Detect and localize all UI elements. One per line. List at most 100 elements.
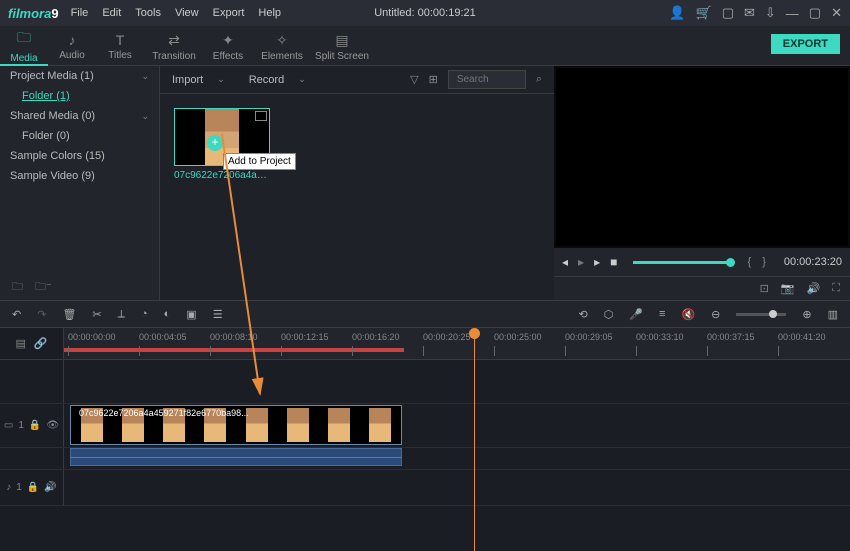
menu-view[interactable]: View bbox=[175, 7, 199, 19]
lock-icon[interactable]: 🔒 bbox=[29, 420, 41, 431]
audio-track-1[interactable]: ♪1 🔒 🔊 bbox=[0, 470, 850, 506]
sidebar-folder-1[interactable]: Folder (1) bbox=[0, 86, 159, 106]
media-clip[interactable]: + Add to Project 07c9622e7206a4a4592... bbox=[174, 108, 270, 181]
visibility-icon[interactable]: 👁 bbox=[46, 420, 59, 431]
ruler-tick: 00:00:37:15 bbox=[707, 332, 755, 342]
ruler-tick: 00:00:08:10 bbox=[210, 332, 258, 342]
link-icon[interactable]: 🔗 bbox=[34, 337, 48, 350]
prev-frame-icon[interactable]: ◂ bbox=[562, 255, 568, 269]
green-screen-icon[interactable]: ▣ bbox=[186, 308, 196, 321]
redo-icon[interactable]: ↷ bbox=[37, 308, 46, 321]
export-button[interactable]: EXPORT bbox=[771, 34, 840, 54]
ruler-tick: 00:00:04:05 bbox=[139, 332, 187, 342]
package-icon[interactable]: ▢ bbox=[722, 5, 734, 21]
marker-icon[interactable]: ⬡ bbox=[604, 308, 614, 321]
crop-icon[interactable]: ⟂ bbox=[118, 308, 125, 321]
speed-icon[interactable]: ◔ bbox=[141, 308, 148, 320]
zoom-out-icon[interactable]: ⊖ bbox=[711, 308, 720, 321]
sidebar-sample-colors[interactable]: Sample Colors (15) bbox=[0, 146, 159, 166]
lock-icon[interactable]: 🔒 bbox=[27, 482, 39, 493]
clip-options-icon[interactable] bbox=[255, 111, 267, 121]
volume-icon[interactable]: 🔊 bbox=[807, 282, 821, 295]
tab-titles[interactable]: TTitles bbox=[96, 30, 144, 61]
new-folder-icon[interactable]: 🗀 bbox=[12, 278, 23, 297]
playhead[interactable] bbox=[474, 328, 475, 551]
clip-name-label: 07c9622e7206a4a459271f82e6770ba98... bbox=[79, 408, 249, 418]
chevron-down-icon[interactable]: ⌄ bbox=[217, 74, 225, 85]
mute-track-icon[interactable]: 🔊 bbox=[44, 482, 56, 493]
advanced-icon[interactable]: ☰ bbox=[213, 308, 223, 321]
import-button[interactable]: Import bbox=[172, 74, 203, 86]
menu-help[interactable]: Help bbox=[258, 7, 281, 19]
zoom-slider[interactable] bbox=[736, 313, 786, 316]
search-input[interactable] bbox=[448, 70, 526, 89]
audio-clip[interactable] bbox=[70, 448, 402, 466]
zoom-in-icon[interactable]: ⊕ bbox=[802, 308, 811, 321]
account-icon[interactable]: 👤 bbox=[669, 5, 685, 21]
stop-icon[interactable]: ■ bbox=[610, 255, 617, 269]
filter-icon[interactable]: ▽ bbox=[410, 73, 418, 86]
ruler-tick: 00:00:12:15 bbox=[281, 332, 329, 342]
audio-attached-track[interactable] bbox=[0, 448, 850, 470]
preview-options: ⊡ 📷 🔊 ⛶ bbox=[554, 276, 850, 300]
fullscreen-icon[interactable]: ⛶ bbox=[832, 282, 840, 295]
search-icon[interactable]: ⌕ bbox=[536, 73, 542, 86]
close-icon[interactable]: ✕ bbox=[831, 5, 842, 21]
ruler-tick: 00:00:25:00 bbox=[494, 332, 542, 342]
split-icon[interactable]: ✂ bbox=[92, 308, 101, 321]
mixer-icon[interactable]: ≡ bbox=[659, 308, 665, 320]
tab-media[interactable]: 🗀Media bbox=[0, 25, 48, 66]
menu-tools[interactable]: Tools bbox=[135, 7, 161, 19]
ruler-tick: 00:00:41:20 bbox=[778, 332, 826, 342]
render-icon[interactable]: ⟲ bbox=[579, 308, 588, 321]
track-manager-icon[interactable]: ▤ bbox=[15, 337, 25, 350]
mail-icon[interactable]: ✉ bbox=[744, 5, 755, 21]
delete-folder-icon[interactable]: 🗀⁻ bbox=[35, 278, 52, 297]
tab-split-screen[interactable]: ▤Split Screen bbox=[312, 30, 372, 62]
grid-view-icon[interactable]: ⊞ bbox=[429, 73, 438, 86]
undo-icon[interactable]: ↶ bbox=[12, 308, 21, 321]
video-clip[interactable]: 07c9622e7206a4a459271f82e6770ba98... bbox=[70, 405, 402, 445]
maximize-icon[interactable]: ▢ bbox=[809, 5, 821, 21]
mark-in-out-icon[interactable]: { } bbox=[747, 256, 769, 268]
tab-effects[interactable]: ✦Effects bbox=[204, 30, 252, 62]
sidebar-folder-0[interactable]: Folder (0) bbox=[0, 126, 159, 146]
tab-audio[interactable]: ♪Audio bbox=[48, 30, 96, 61]
add-to-project-icon[interactable]: + bbox=[207, 135, 223, 151]
preview-timecode: 00:00:23:20 bbox=[784, 256, 842, 268]
timeline-toolbar: ↶ ↷ 🗑 ✂ ⟂ ◔ ◐ ▣ ☰ ⟲ ⬡ 🎤 ≡ 🔇 ⊖ ⊕ ▥ bbox=[0, 300, 850, 328]
cart-icon[interactable]: 🛒 bbox=[696, 5, 712, 21]
time-ruler[interactable]: 00:00:00:00 00:00:04:05 00:00:08:10 00:00:1… bbox=[64, 328, 850, 359]
delete-icon[interactable]: 🗑 bbox=[62, 308, 76, 321]
clip-thumbnail[interactable]: + Add to Project bbox=[174, 108, 270, 166]
minimize-icon[interactable]: — bbox=[786, 6, 799, 21]
preview-viewport[interactable] bbox=[556, 68, 848, 246]
work-area-bar[interactable] bbox=[64, 348, 404, 352]
playback-controls: ◂ ▸ ▸ ■ { } 00:00:23:20 bbox=[554, 248, 850, 276]
mute-icon[interactable]: 🔇 bbox=[681, 308, 695, 321]
snapshot-icon[interactable]: 📷 bbox=[781, 282, 795, 295]
elements-icon: ✧ bbox=[252, 32, 312, 49]
voiceover-icon[interactable]: 🎤 bbox=[629, 308, 643, 321]
playback-progress[interactable] bbox=[633, 261, 731, 264]
menu-file[interactable]: File bbox=[71, 7, 89, 19]
play-back-icon[interactable]: ▸ bbox=[578, 255, 584, 269]
sidebar-shared-media[interactable]: Shared Media (0)⌄ bbox=[0, 106, 159, 126]
play-icon[interactable]: ▸ bbox=[594, 255, 600, 269]
quality-icon[interactable]: ⊡ bbox=[760, 282, 769, 295]
menu-edit[interactable]: Edit bbox=[102, 7, 121, 19]
sidebar-project-media[interactable]: Project Media (1)⌄ bbox=[0, 66, 159, 86]
notification-icon[interactable]: ⇩ bbox=[765, 5, 776, 21]
sidebar-sample-video[interactable]: Sample Video (9) bbox=[0, 166, 159, 186]
color-icon[interactable]: ◐ bbox=[164, 308, 171, 320]
tab-transition[interactable]: ⇄Transition bbox=[144, 30, 204, 62]
chevron-down-icon[interactable]: ⌄ bbox=[298, 74, 306, 85]
tab-elements[interactable]: ✧Elements bbox=[252, 30, 312, 62]
zoom-fit-icon[interactable]: ▥ bbox=[828, 308, 838, 321]
ruler-tick: 00:00:00:00 bbox=[68, 332, 116, 342]
video-track-1[interactable]: ▭1 🔒 👁 07c9622e7206a4a459271f82e6770ba98… bbox=[0, 404, 850, 448]
preview-panel: ◂ ▸ ▸ ■ { } 00:00:23:20 ⊡ 📷 🔊 ⛶ bbox=[554, 66, 850, 300]
record-button[interactable]: Record bbox=[249, 74, 284, 86]
tooltip: Add to Project bbox=[223, 153, 296, 170]
menu-export[interactable]: Export bbox=[213, 7, 245, 19]
